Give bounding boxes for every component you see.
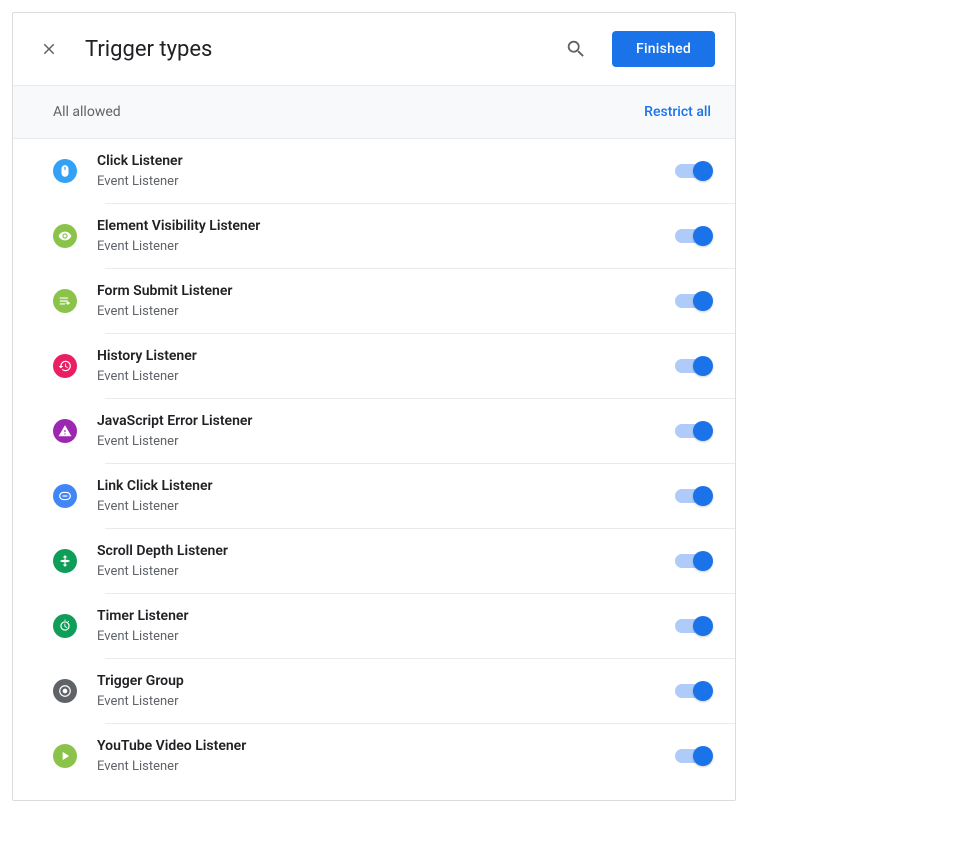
row-title: Trigger Group: [97, 671, 655, 691]
panel-title: Trigger types: [85, 37, 540, 62]
row-subtitle: Event Listener: [97, 238, 655, 256]
toggle-switch[interactable]: [675, 681, 711, 701]
row-title: YouTube Video Listener: [97, 736, 655, 756]
group-icon: [53, 679, 77, 703]
row-title: Form Submit Listener: [97, 281, 655, 301]
row-subtitle: Event Listener: [97, 563, 655, 581]
toggle-switch[interactable]: [675, 226, 711, 246]
toggle-switch[interactable]: [675, 746, 711, 766]
row-text: YouTube Video Listener Event Listener: [97, 736, 655, 776]
finished-button[interactable]: Finished: [612, 31, 715, 67]
panel-header: Trigger types Finished: [13, 13, 735, 85]
play-icon: [53, 744, 77, 768]
row-text: Element Visibility Listener Event Listen…: [97, 216, 655, 256]
list-row-js-error: JavaScript Error Listener Event Listener: [13, 399, 735, 463]
trigger-types-panel: Trigger types Finished All allowed Restr…: [12, 12, 736, 801]
list-row-link-click: Link Click Listener Event Listener: [13, 464, 735, 528]
row-title: Scroll Depth Listener: [97, 541, 655, 561]
timer-icon: [53, 614, 77, 638]
row-text: Trigger Group Event Listener: [97, 671, 655, 711]
toggle-switch[interactable]: [675, 291, 711, 311]
row-text: Form Submit Listener Event Listener: [97, 281, 655, 321]
list-row-timer: Timer Listener Event Listener: [13, 594, 735, 658]
row-subtitle: Event Listener: [97, 433, 655, 451]
row-text: Timer Listener Event Listener: [97, 606, 655, 646]
mouse-icon: [53, 159, 77, 183]
row-subtitle: Event Listener: [97, 693, 655, 711]
row-text: Scroll Depth Listener Event Listener: [97, 541, 655, 581]
list-row-click-listener: Click Listener Event Listener: [13, 139, 735, 203]
allowed-status: All allowed: [53, 104, 121, 120]
row-text: Link Click Listener Event Listener: [97, 476, 655, 516]
warning-icon: [53, 419, 77, 443]
scroll-icon: [53, 549, 77, 573]
trigger-list: Click Listener Event Listener Element Vi…: [13, 139, 735, 800]
row-text: Click Listener Event Listener: [97, 151, 655, 191]
row-text: JavaScript Error Listener Event Listener: [97, 411, 655, 451]
link-icon: [53, 484, 77, 508]
list-row-scroll-depth: Scroll Depth Listener Event Listener: [13, 529, 735, 593]
subheader: All allowed Restrict all: [13, 85, 735, 139]
row-subtitle: Event Listener: [97, 303, 655, 321]
row-text: History Listener Event Listener: [97, 346, 655, 386]
restrict-all-link[interactable]: Restrict all: [644, 104, 711, 120]
row-title: Element Visibility Listener: [97, 216, 655, 236]
close-button[interactable]: [29, 29, 69, 69]
toggle-switch[interactable]: [675, 356, 711, 376]
close-icon: [40, 40, 58, 58]
toggle-switch[interactable]: [675, 421, 711, 441]
row-title: Click Listener: [97, 151, 655, 171]
row-subtitle: Event Listener: [97, 628, 655, 646]
row-title: JavaScript Error Listener: [97, 411, 655, 431]
search-button[interactable]: [556, 29, 596, 69]
row-subtitle: Event Listener: [97, 498, 655, 516]
list-row-trigger-group: Trigger Group Event Listener: [13, 659, 735, 723]
search-icon: [565, 38, 587, 60]
toggle-switch[interactable]: [675, 551, 711, 571]
list-row-youtube: YouTube Video Listener Event Listener: [13, 724, 735, 788]
toggle-switch[interactable]: [675, 616, 711, 636]
row-subtitle: Event Listener: [97, 758, 655, 776]
list-row-element-visibility: Element Visibility Listener Event Listen…: [13, 204, 735, 268]
eye-icon: [53, 224, 77, 248]
toggle-switch[interactable]: [675, 161, 711, 181]
row-title: Link Click Listener: [97, 476, 655, 496]
list-row-form-submit: Form Submit Listener Event Listener: [13, 269, 735, 333]
row-subtitle: Event Listener: [97, 368, 655, 386]
row-title: Timer Listener: [97, 606, 655, 626]
history-icon: [53, 354, 77, 378]
form-icon: [53, 289, 77, 313]
row-title: History Listener: [97, 346, 655, 366]
list-row-history: History Listener Event Listener: [13, 334, 735, 398]
toggle-switch[interactable]: [675, 486, 711, 506]
row-subtitle: Event Listener: [97, 173, 655, 191]
